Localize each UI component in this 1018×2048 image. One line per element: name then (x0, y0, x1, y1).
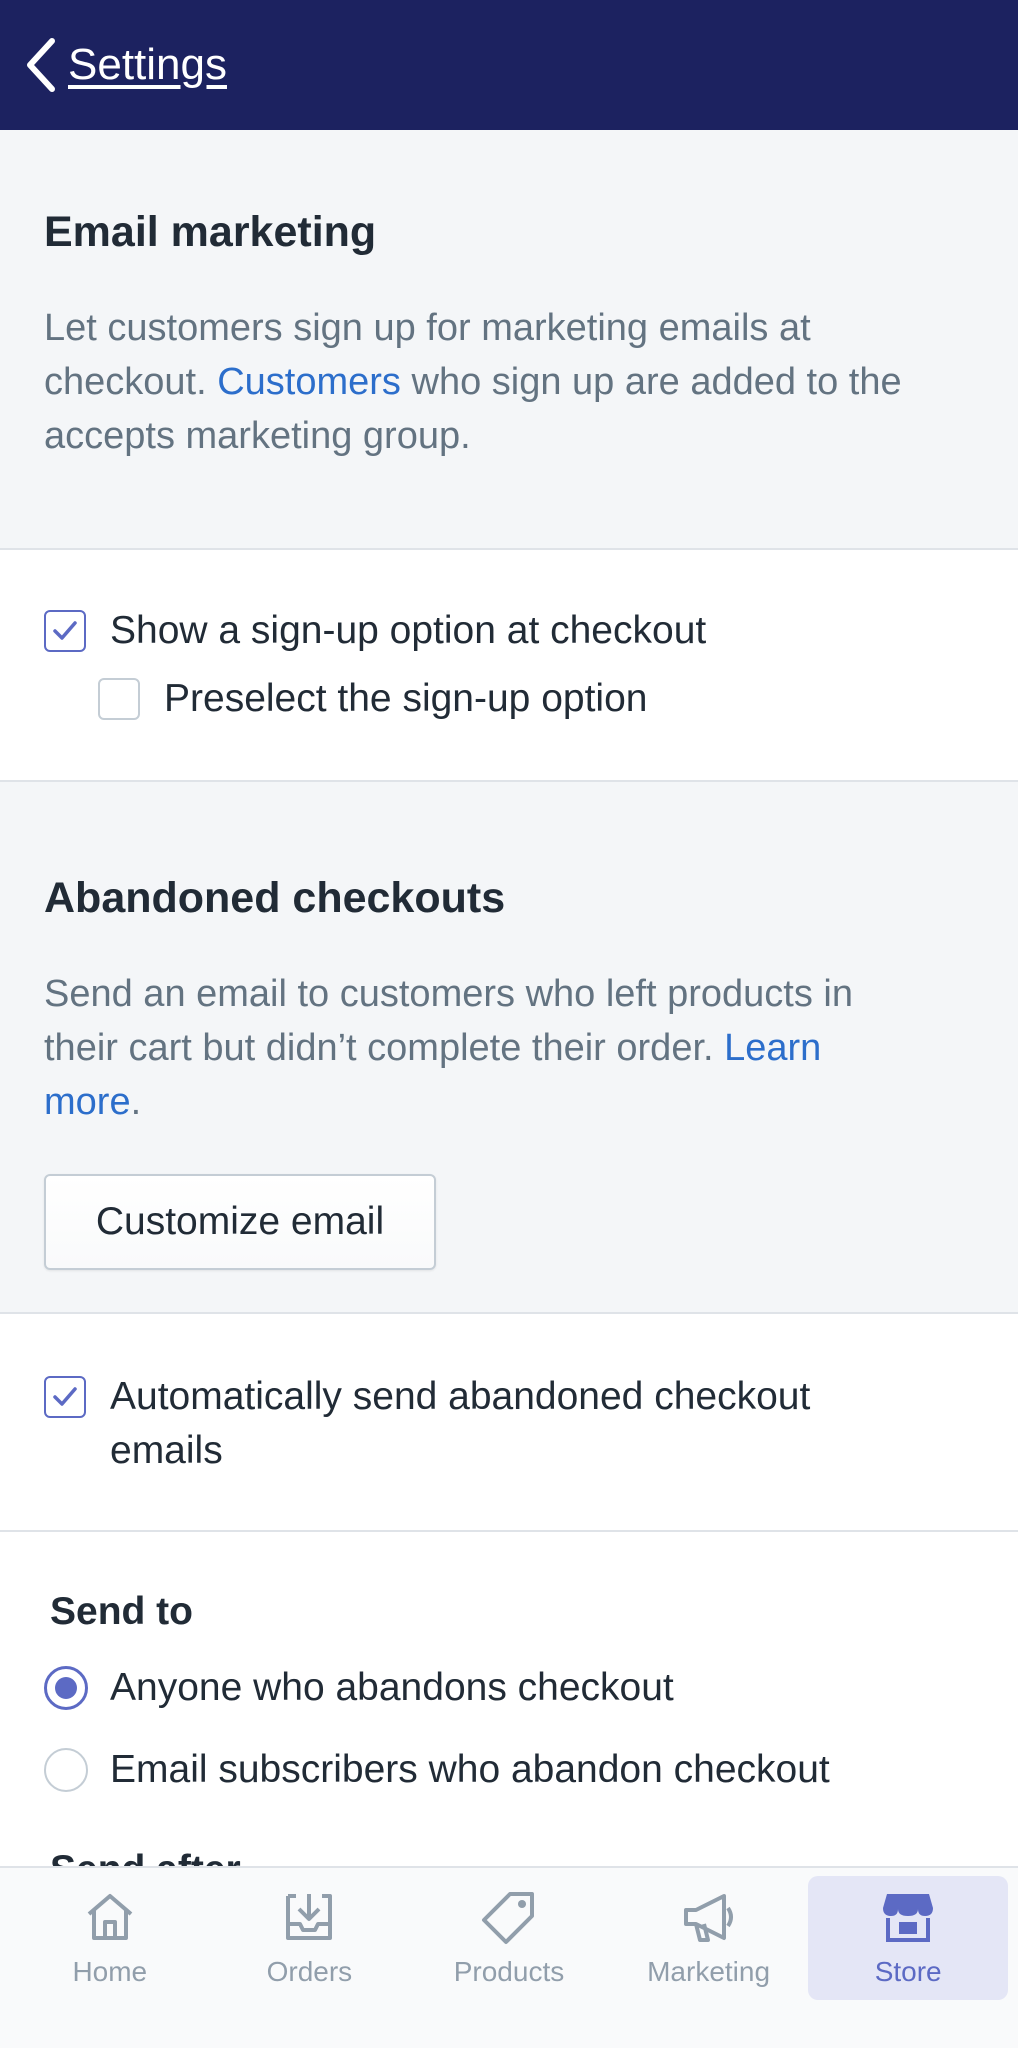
nav-products-label: Products (453, 1956, 565, 1987)
nav-home-label: Home (72, 1956, 148, 1987)
nav-orders-label: Orders (266, 1956, 353, 1987)
auto-send-checkbox[interactable] (44, 1376, 86, 1418)
nav-orders[interactable]: Orders (210, 1876, 410, 2000)
auto-send-label: Automatically send abandoned checkout em… (110, 1375, 811, 1472)
description-text: . (130, 1081, 142, 1123)
signup-option-label: Show a sign-up option at checkout (110, 609, 707, 652)
auto-send-card: Automatically send abandoned checkout em… (0, 1312, 1018, 1532)
nav-marketing[interactable]: Marketing (609, 1876, 809, 2000)
chevron-left-icon (27, 38, 55, 92)
customers-link[interactable]: Customers (217, 361, 401, 403)
abandoned-checkouts-section: Abandoned checkouts Send an email to cus… (0, 782, 1018, 1312)
radio-subscribers[interactable] (44, 1748, 88, 1792)
customize-email-button[interactable]: Customize email (44, 1174, 436, 1270)
orders-icon (286, 1894, 333, 1940)
bottom-nav: Home Orders Products Marketing Store (0, 1866, 1018, 2048)
back-label: Settings (68, 40, 227, 89)
home-icon (87, 1894, 133, 1940)
nav-marketing-label: Marketing (647, 1956, 771, 1987)
settings-page: Settings Email marketing Let customers s… (0, 0, 1018, 2048)
auto-send-row[interactable]: Automatically send abandoned checkout em… (44, 1375, 944, 1478)
radio-subscribers-label: Email subscribers who abandon checkout (110, 1748, 830, 1791)
preselect-option-row[interactable]: Preselect the sign-up option (98, 677, 647, 726)
checkmark-icon (53, 621, 77, 640)
email-marketing-description: Let customers sign up for marketing emai… (44, 301, 904, 463)
email-marketing-options-card: Show a sign-up option at checkout Presel… (0, 548, 1018, 782)
tag-icon (481, 1892, 534, 1944)
abandoned-checkouts-title: Abandoned checkouts (44, 874, 506, 922)
signup-option-row[interactable]: Show a sign-up option at checkout (44, 609, 706, 658)
abandoned-checkouts-description: Send an email to customers who left prod… (44, 967, 904, 1129)
send-to-title: Send to (50, 1590, 193, 1633)
signup-option-checkbox[interactable] (44, 610, 86, 652)
send-to-card: Send to Anyone who abandons checkout Ema… (0, 1530, 1018, 1891)
checkmark-icon (53, 1387, 77, 1406)
back-button[interactable]: Settings (22, 35, 227, 95)
preselect-option-label: Preselect the sign-up option (164, 677, 648, 720)
radio-dot (55, 1677, 77, 1699)
radio-anyone-label: Anyone who abandons checkout (110, 1666, 674, 1709)
radio-subscribers-row[interactable]: Email subscribers who abandon checkout (44, 1748, 830, 1792)
megaphone-icon (683, 1894, 733, 1942)
radio-anyone-row[interactable]: Anyone who abandons checkout (44, 1666, 674, 1710)
nav-home[interactable]: Home (10, 1876, 210, 2000)
nav-products[interactable]: Products (409, 1876, 609, 2000)
store-icon (883, 1894, 934, 1942)
radio-anyone[interactable] (44, 1666, 88, 1710)
preselect-option-checkbox[interactable] (98, 678, 140, 720)
email-marketing-section: Email marketing Let customers sign up fo… (0, 130, 1018, 548)
top-bar: Settings (0, 0, 1018, 130)
email-marketing-title: Email marketing (44, 208, 377, 256)
nav-store-label: Store (874, 1956, 942, 1987)
nav-store[interactable]: Store (808, 1876, 1008, 2000)
